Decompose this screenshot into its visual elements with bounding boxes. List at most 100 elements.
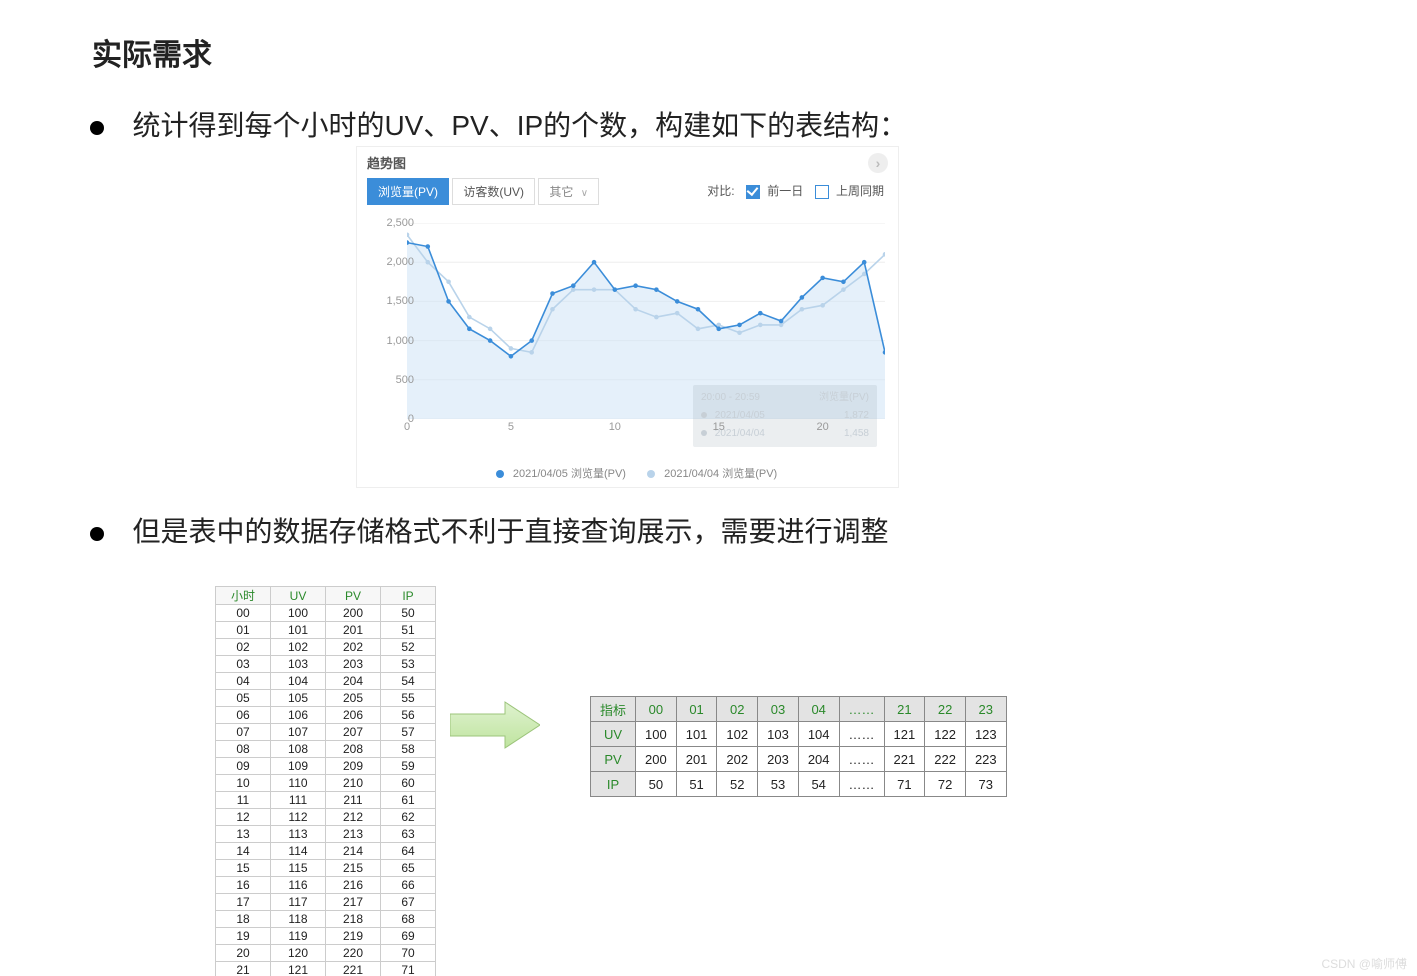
table-cell: 103 <box>271 656 326 673</box>
table-cell: 111 <box>271 792 326 809</box>
table-cell: 67 <box>381 894 436 911</box>
table-cell: 60 <box>381 775 436 792</box>
table-row: 2112122171 <box>216 962 436 976</box>
table-cell: 66 <box>381 877 436 894</box>
table-cell: 70 <box>381 945 436 962</box>
table-cell: 123 <box>965 722 1006 747</box>
table-header: 04 <box>798 697 839 722</box>
legend-dot-b <box>647 470 655 478</box>
table-row: 1311321363 <box>216 826 436 843</box>
table-cell: 72 <box>925 772 966 797</box>
y-tick: 500 <box>374 374 414 386</box>
table-cell: 58 <box>381 741 436 758</box>
tab-uv[interactable]: 访客数(UV) <box>452 178 535 205</box>
checkbox-last-week[interactable] <box>815 185 829 199</box>
table-cell: 213 <box>326 826 381 843</box>
table-cell: 07 <box>216 724 271 741</box>
table-cell: 202 <box>326 639 381 656</box>
table-cell: 122 <box>925 722 966 747</box>
table-cell: 104 <box>798 722 839 747</box>
table-cell: 114 <box>271 843 326 860</box>
page-title: 实际需求 <box>92 30 212 74</box>
table-cell: 218 <box>326 911 381 928</box>
checkbox-prev-day[interactable] <box>746 185 760 199</box>
table-cell: 52 <box>381 639 436 656</box>
watermark: CSDN @喻师傅 <box>1321 955 1407 972</box>
dot-icon <box>701 430 707 436</box>
table-cell: PV <box>591 747 636 772</box>
table-row: 0010020050 <box>216 605 436 622</box>
table-header: 小时 <box>216 587 271 605</box>
bullet-dot-icon <box>90 527 104 541</box>
y-tick: 1,000 <box>374 335 414 347</box>
table-cell: 50 <box>636 772 677 797</box>
x-tick: 0 <box>404 421 410 433</box>
table-row: 0610620656 <box>216 707 436 724</box>
table-cell: 56 <box>381 707 436 724</box>
table-row: 1011021060 <box>216 775 436 792</box>
table-cell: 104 <box>271 673 326 690</box>
table-cell: 221 <box>326 962 381 976</box>
table-cell: 200 <box>326 605 381 622</box>
table-cell: 112 <box>271 809 326 826</box>
table-cell: 203 <box>326 656 381 673</box>
table-cell: 205 <box>326 690 381 707</box>
table-cell: 219 <box>326 928 381 945</box>
table-header: …… <box>839 697 884 722</box>
table-cell: 71 <box>381 962 436 976</box>
table-cell: 222 <box>925 747 966 772</box>
table-cell: 55 <box>381 690 436 707</box>
table-row: 0510520555 <box>216 690 436 707</box>
table-cell: 101 <box>676 722 717 747</box>
table-header: 23 <box>965 697 1006 722</box>
chevron-right-icon[interactable]: › <box>868 153 888 173</box>
table-cell: 201 <box>326 622 381 639</box>
table-cell: 208 <box>326 741 381 758</box>
table-cell: 06 <box>216 707 271 724</box>
compare-block: 对比: 前一日 上周同期 <box>707 178 884 199</box>
bullet-dot-icon <box>90 121 104 135</box>
table-cell: 50 <box>381 605 436 622</box>
table-cell: 109 <box>271 758 326 775</box>
table-header: 21 <box>884 697 925 722</box>
table-header: IP <box>381 587 436 605</box>
table-cell: 113 <box>271 826 326 843</box>
tab-other[interactable]: 其它 ∨ <box>538 178 599 205</box>
table-cell: 121 <box>884 722 925 747</box>
table-cell: 73 <box>965 772 1006 797</box>
table-cell: 200 <box>636 747 677 772</box>
table-row: 0410420454 <box>216 673 436 690</box>
table-cell: 100 <box>636 722 677 747</box>
x-tick: 20 <box>817 421 829 433</box>
table-cell: 52 <box>717 772 758 797</box>
chart-legend: 2021/04/05 浏览量(PV) 2021/04/04 浏览量(PV) <box>357 465 898 481</box>
table-cell: 118 <box>271 911 326 928</box>
table-cell: 15 <box>216 860 271 877</box>
table-cell: …… <box>839 747 884 772</box>
table-cell: 102 <box>717 722 758 747</box>
table-cell: 21 <box>216 962 271 976</box>
table-cell: 204 <box>326 673 381 690</box>
chevron-down-icon: ∨ <box>581 188 588 199</box>
table-cell: 53 <box>758 772 799 797</box>
table-cell: 16 <box>216 877 271 894</box>
x-tick: 5 <box>508 421 514 433</box>
bullet-2-text: 但是表中的数据存储格式不利于直接查询展示，需要进行调整 <box>132 516 888 547</box>
table-cell: …… <box>839 772 884 797</box>
table-row: 0710720757 <box>216 724 436 741</box>
table-cell: 00 <box>216 605 271 622</box>
table-row: 0810820858 <box>216 741 436 758</box>
tooltip-row2-value: 1,458 <box>844 425 869 443</box>
table-cell: 61 <box>381 792 436 809</box>
tab-pv[interactable]: 浏览量(PV) <box>367 178 449 205</box>
table-header: 指标 <box>591 697 636 722</box>
hourly-table: 小时UVPVIP00100200500110120151021022025203… <box>215 586 436 976</box>
table-cell: 51 <box>381 622 436 639</box>
table-cell: 51 <box>676 772 717 797</box>
table-cell: 217 <box>326 894 381 911</box>
table-cell: 13 <box>216 826 271 843</box>
table-cell: 223 <box>965 747 1006 772</box>
table-cell: 202 <box>717 747 758 772</box>
table-cell: …… <box>839 722 884 747</box>
table-row: 0210220252 <box>216 639 436 656</box>
